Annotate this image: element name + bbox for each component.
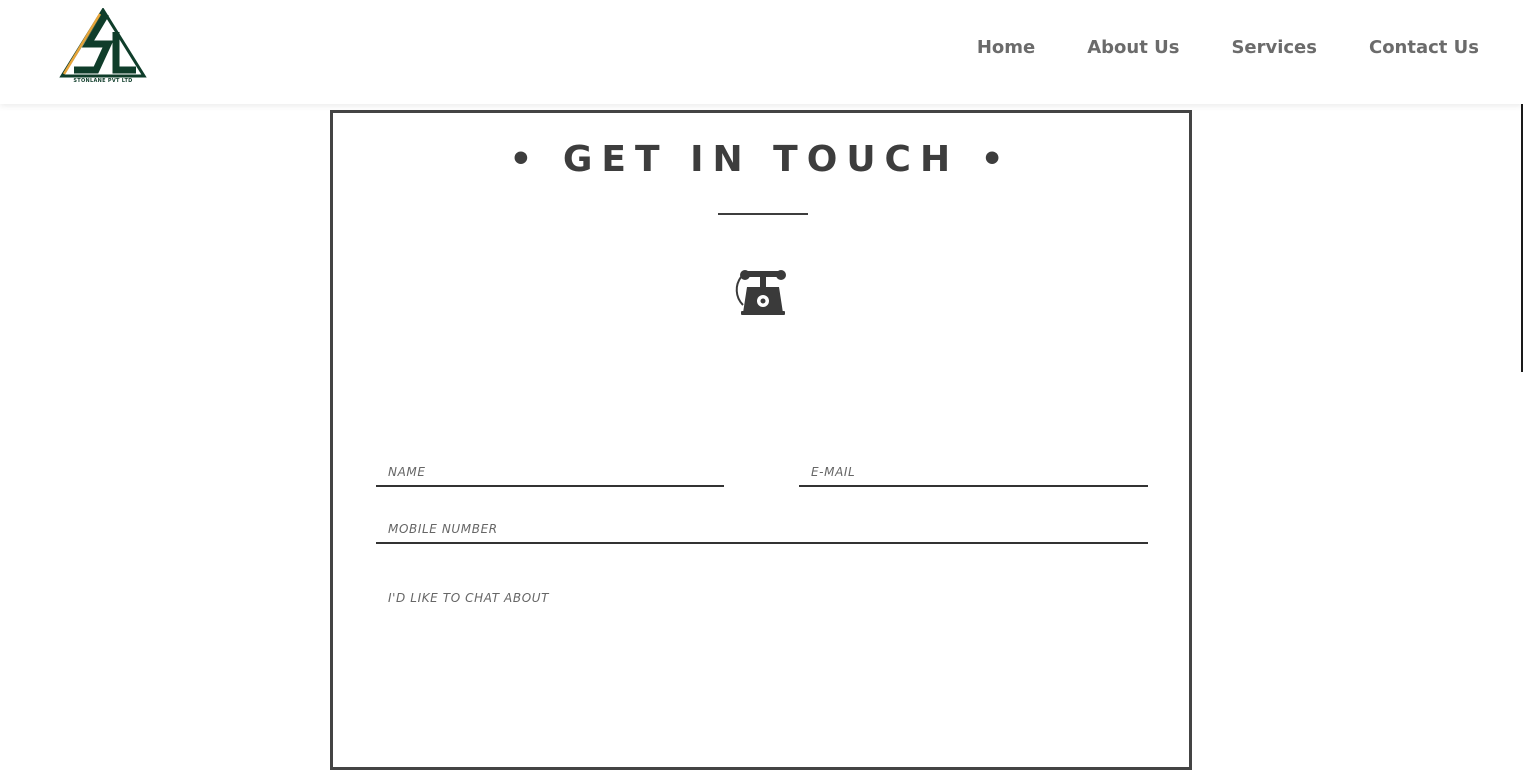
email-field-wrapper: [799, 451, 1148, 487]
site-header: STONLANE PVT LTD Home About Us Services …: [0, 0, 1523, 104]
main-nav: Home About Us Services Contact Us: [977, 37, 1479, 58]
contact-title: • GET IN TOUCH •: [509, 139, 1013, 180]
email-input[interactable]: [799, 451, 1148, 485]
nav-contact-link[interactable]: Contact Us: [1369, 37, 1479, 58]
nav-services-link[interactable]: Services: [1231, 37, 1317, 58]
message-textarea[interactable]: [376, 583, 1148, 753]
name-field-wrapper: [376, 451, 724, 487]
brand-logo[interactable]: STONLANE PVT LTD: [58, 8, 148, 88]
logo-mark-icon: [59, 8, 147, 78]
chat-field-wrapper: [376, 583, 1148, 753]
mobile-field-wrapper: [376, 508, 1148, 544]
mobile-number-input[interactable]: [376, 508, 1148, 542]
contact-form-card: • GET IN TOUCH •: [330, 110, 1192, 770]
nav-about-link[interactable]: About Us: [1087, 37, 1179, 58]
nav-home-link[interactable]: Home: [977, 37, 1035, 58]
telephone-icon: [733, 267, 793, 319]
title-divider: [718, 213, 808, 215]
name-input[interactable]: [376, 451, 724, 485]
brand-name: STONLANE PVT LTD: [73, 78, 133, 84]
